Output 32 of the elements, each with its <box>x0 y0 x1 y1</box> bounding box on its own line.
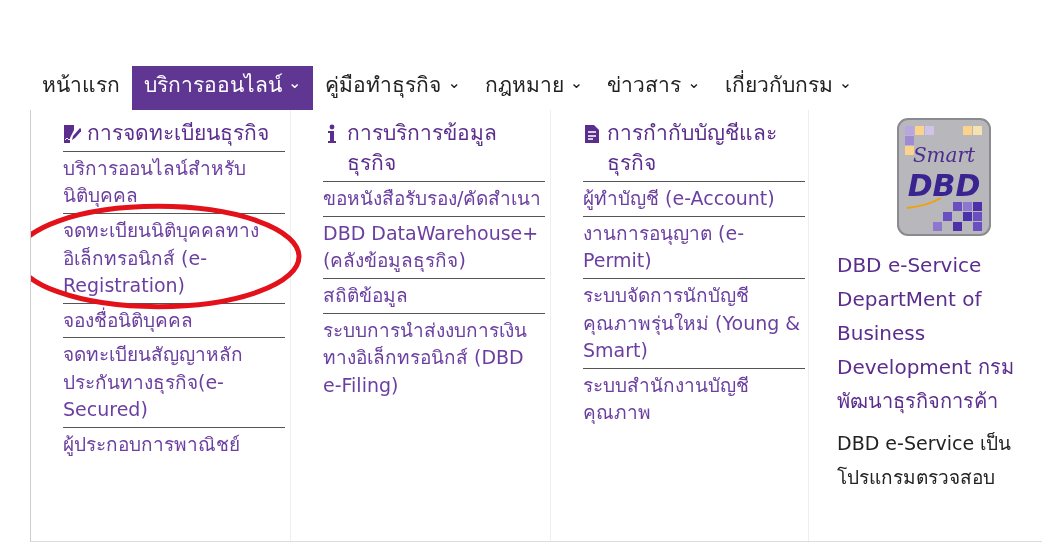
menu-link[interactable]: งานการอนุญาต (e-Permit) <box>583 216 805 279</box>
caret-icon: ⌄ <box>569 71 584 95</box>
menu-link[interactable]: บริการออนไลน์สำหรับนิติบุคคล <box>63 151 285 215</box>
menu-link[interactable]: ผู้ประกอบการพาณิชย์ <box>63 427 285 462</box>
menu-link[interactable]: DBD DataWarehouse+ (คลังข้อมูลธุรกิจ) <box>323 216 545 279</box>
caret-icon: ⌄ <box>447 71 461 95</box>
menu-link[interactable]: ผู้ทำบัญชี (e-Account) <box>583 182 805 217</box>
menu-link[interactable]: ระบบการนำส่งงบการเงินทางอิเล็กทรอนิกส์ (DBD e-Filing) <box>323 313 545 403</box>
menu-link[interactable]: สถิติข้อมูล <box>323 279 545 314</box>
section-heading: การจดทะเบียนธุรกิจ <box>87 119 269 148</box>
menu-link[interactable]: ระบบสำนักงานบัญชีคุณภาพ <box>583 368 805 430</box>
document-icon <box>583 123 601 144</box>
nav-tab[interactable]: เกี่ยวกับกรม ⌄ <box>712 66 865 110</box>
menu-link[interactable]: จองชื่อนิติบุคคล <box>63 303 285 339</box>
promo-title[interactable]: DBD e-Service DepartMent of Business Development กรมพัฒนาธุรกิจการค้า <box>837 247 1032 418</box>
document-edit-icon <box>63 123 81 144</box>
menu-link[interactable]: จดทะเบียนนิติบุคคลทางอิเล็กทรอนิกส์ (e-Registration) <box>63 214 285 304</box>
menu-link[interactable]: จดทะเบียนสัญญาหลักประกันทางธุรกิจ(e-Secured) <box>63 338 285 428</box>
nav-tab[interactable]: คู่มือทำธุรกิจ ⌄ <box>313 66 473 110</box>
caret-icon: ⌄ <box>838 71 853 95</box>
section-heading: การกำกับบัญชีและธุรกิจ <box>607 119 778 178</box>
menu-link[interactable]: ระบบจัดการนักบัญชีคุณภาพรุ่นใหม่ (Young & Smart) <box>583 279 805 369</box>
section-heading: การบริการข้อมูลธุรกิจ <box>347 119 498 178</box>
nav-tab[interactable]: หน้าแรก <box>30 66 132 110</box>
caret-icon: ⌄ <box>687 71 701 95</box>
menu-link[interactable]: ขอหนังสือรับรอง/คัดสำเนา <box>323 182 545 217</box>
nav-tab[interactable]: ข่าวสาร ⌄ <box>595 66 713 110</box>
nav-tab[interactable]: กฎหมาย ⌄ <box>472 66 596 110</box>
nav-tab[interactable]: บริการออนไลน์ ⌄ <box>132 66 314 110</box>
app-logo: Smart DBD <box>897 117 991 236</box>
caret-icon: ⌄ <box>288 71 302 95</box>
promo-text: DBD e-Service เป็นโปรแกรมตรวจสอบ <box>837 430 1013 490</box>
